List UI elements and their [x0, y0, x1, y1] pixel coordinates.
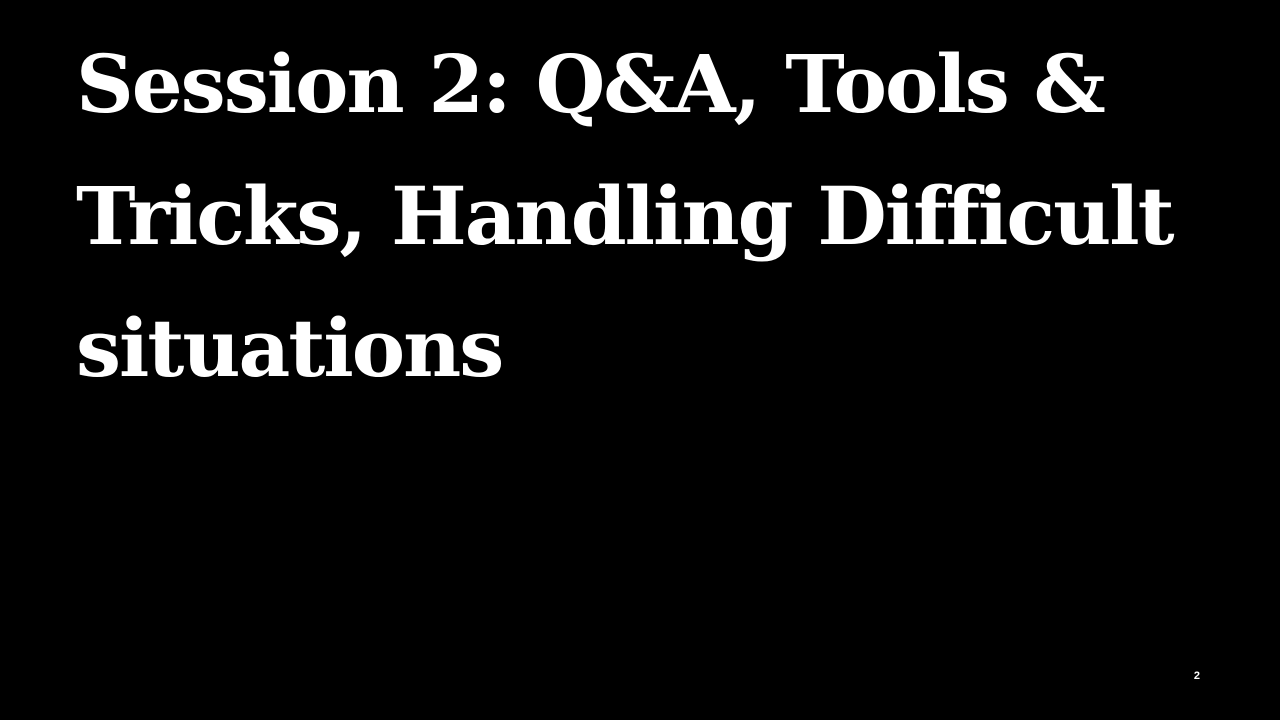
slide-title: Session 2: Q&A, Tools & Tricks, Handling… [76, 37, 1175, 395]
presentation-slide: Session 2: Q&A, Tools & Tricks, Handling… [0, 0, 1280, 720]
slide-page-number: 2 [1193, 670, 1200, 682]
